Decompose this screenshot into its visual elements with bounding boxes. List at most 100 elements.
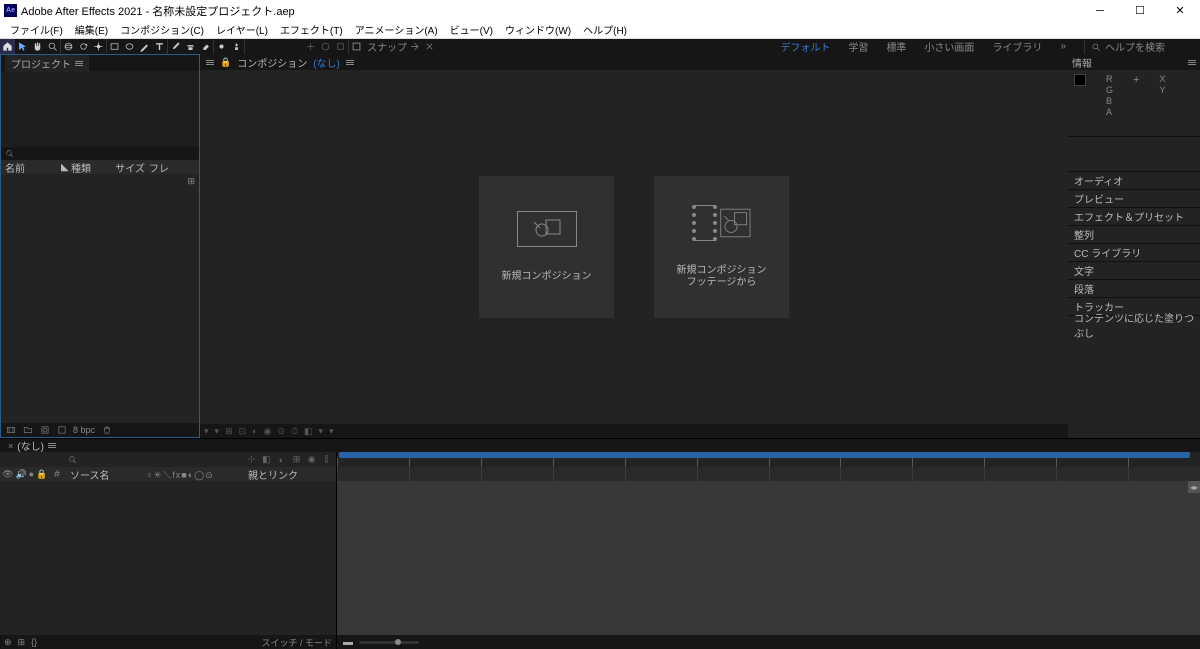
menu-composition[interactable]: コンポジション(C) [114, 21, 210, 38]
menu-edit[interactable]: 編集(E) [69, 21, 114, 38]
type-tool[interactable] [152, 39, 167, 54]
workspace-learn[interactable]: 学習 [848, 39, 868, 54]
toggle-modes-icon[interactable]: ⊞ [18, 637, 26, 648]
new-composition-from-footage-card[interactable]: 新規コンポジションフッテージから [654, 176, 789, 318]
col-name[interactable]: 名前 [5, 160, 61, 175]
workspace-overflow[interactable]: » [1060, 41, 1066, 52]
layer-list[interactable] [0, 481, 336, 635]
col-label[interactable]: ◣ [61, 162, 71, 173]
panel-menu-icon[interactable] [346, 60, 354, 65]
lock-icon[interactable]: 🔒 [220, 57, 231, 68]
workspace-default[interactable]: デフォルト [780, 39, 830, 54]
menu-animation[interactable]: アニメーション(A) [349, 21, 444, 38]
menu-layer[interactable]: レイヤー(L) [210, 21, 274, 38]
resolution[interactable]: ▾ [215, 426, 220, 437]
accordion-preview[interactable]: プレビュー [1068, 189, 1200, 207]
new-composition-card[interactable]: 新規コンポジション [479, 176, 614, 318]
accordion-character[interactable]: 文字 [1068, 261, 1200, 279]
new-folder-icon[interactable] [22, 425, 33, 436]
zoom-slider[interactable] [359, 641, 419, 644]
panel-grip-icon[interactable] [206, 60, 214, 65]
home-tool[interactable] [0, 39, 15, 54]
switches-modes-toggle[interactable]: スイッチ / モード [261, 636, 332, 649]
collapse-panel-icon[interactable]: ◂▸ [1188, 481, 1200, 493]
world-axis-mode[interactable] [318, 39, 333, 54]
zoom-out-icon[interactable]: ▬ [343, 637, 353, 648]
eraser-tool[interactable] [198, 39, 213, 54]
pan-behind-tool[interactable] [91, 39, 106, 54]
frame-blend-icon[interactable]: ⊞ [291, 454, 302, 465]
info-panel-title[interactable]: 情報 [1072, 55, 1092, 70]
interpret-footage-icon[interactable] [5, 425, 16, 436]
flowchart-icon[interactable]: ⊞ [187, 176, 195, 187]
col-frame[interactable]: フレ [145, 160, 199, 175]
zoom-tool[interactable] [45, 39, 60, 54]
accordion-content-aware-fill[interactable]: コンテンツに応じた塗りつぶし [1068, 315, 1200, 333]
comp-mini-flowchart-icon[interactable]: ⊹ [246, 454, 257, 465]
close-tab-icon[interactable]: × [8, 441, 13, 451]
source-name-header[interactable]: ソース名 [66, 467, 142, 482]
col-type[interactable]: 種類 [71, 160, 113, 175]
view-axis-mode[interactable] [333, 39, 348, 54]
time-ruler[interactable] [336, 452, 1200, 467]
panel-menu-icon[interactable] [48, 443, 56, 448]
bpc-label[interactable]: 8 bpc [73, 425, 95, 435]
modes-header[interactable]: ♀✳＼fx■◐◯⊙ [142, 468, 248, 481]
pen-tool[interactable] [137, 39, 152, 54]
ellipse-tool[interactable] [122, 39, 137, 54]
toggle-switches-icon[interactable]: ⊕ [4, 637, 12, 648]
project-search[interactable] [1, 147, 199, 160]
draft3d-icon[interactable]: ◧ [261, 454, 272, 465]
accordion-align[interactable]: 整列 [1068, 225, 1200, 243]
rotate-tool[interactable] [76, 39, 91, 54]
menu-effect[interactable]: エフェクト(T) [274, 21, 349, 38]
panel-menu-icon[interactable] [75, 61, 83, 66]
workspace-library[interactable]: ライブラリ [992, 39, 1042, 54]
accordion-paragraph[interactable]: 段落 [1068, 279, 1200, 297]
minimize-button[interactable]: ─ [1080, 0, 1120, 21]
new-comp-icon[interactable] [39, 425, 50, 436]
parent-link-header[interactable]: 親とリンク [248, 467, 336, 482]
toggle-brackets-icon[interactable]: {} [31, 637, 37, 647]
snap-options-2[interactable] [422, 39, 437, 54]
menu-help[interactable]: ヘルプ(H) [577, 21, 633, 38]
clone-stamp-tool[interactable] [183, 39, 198, 54]
delete-icon[interactable] [101, 425, 112, 436]
project-tab[interactable]: プロジェクト [5, 55, 89, 72]
snap-options-1[interactable] [407, 39, 422, 54]
composition-tab-label[interactable]: コンポジション [237, 55, 307, 70]
new-adjustment-icon[interactable] [56, 425, 67, 436]
roto-brush-tool[interactable] [214, 39, 229, 54]
workspace-standard[interactable]: 標準 [886, 39, 906, 54]
switches-header[interactable]: 👁🔊●🔒 [0, 469, 48, 480]
hand-tool[interactable] [30, 39, 45, 54]
layer-number-header[interactable]: # [48, 469, 66, 480]
selection-tool[interactable] [15, 39, 30, 54]
accordion-audio[interactable]: オーディオ [1068, 171, 1200, 189]
help-search[interactable]: ヘルプを検索 [1084, 39, 1194, 54]
col-size[interactable]: サイズ [113, 160, 145, 175]
panel-menu-icon[interactable] [1188, 60, 1196, 65]
snap-checkbox[interactable] [349, 39, 364, 54]
close-button[interactable]: ✕ [1160, 0, 1200, 21]
accordion-effects-presets[interactable]: エフェクト＆プリセット [1068, 207, 1200, 225]
accordion-cc-libraries[interactable]: CC ライブラリ [1068, 243, 1200, 261]
track-area[interactable]: ◂▸ [336, 481, 1200, 635]
menu-window[interactable]: ウィンドウ(W) [499, 21, 577, 38]
local-axis-mode[interactable] [303, 39, 318, 54]
brush-tool[interactable] [168, 39, 183, 54]
rectangle-tool[interactable] [107, 39, 122, 54]
puppet-tool[interactable] [229, 39, 244, 54]
timeline-tab[interactable]: × (なし) [2, 438, 62, 453]
shy-icon[interactable]: ◐ [276, 454, 287, 465]
workspace-small[interactable]: 小さい画面 [924, 39, 974, 54]
motion-blur-icon[interactable]: ◉ [306, 454, 317, 465]
maximize-button[interactable]: ☐ [1120, 0, 1160, 21]
zoom-slider-handle[interactable] [395, 639, 401, 645]
search-icon[interactable] [68, 455, 77, 464]
graph-editor-icon[interactable]: ⫿ [321, 454, 332, 465]
menu-file[interactable]: ファイル(F) [4, 21, 69, 38]
orbit-tool[interactable] [61, 39, 76, 54]
project-body[interactable]: ⊞ [1, 174, 199, 423]
menu-view[interactable]: ビュー(V) [444, 21, 499, 38]
